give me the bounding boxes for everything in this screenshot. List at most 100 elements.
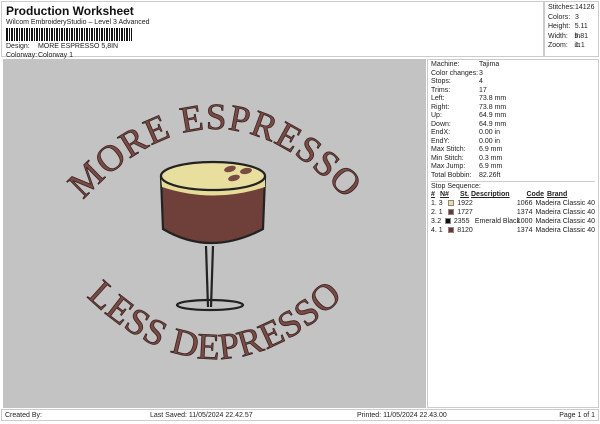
info-label: EndX: bbox=[431, 129, 451, 136]
info-label: Stops: bbox=[431, 78, 451, 85]
stat-row: Height: 5.11 in bbox=[548, 22, 595, 40]
thread-description bbox=[468, 199, 514, 208]
thread-brand: Madeira Classic 40 bbox=[535, 200, 595, 207]
page-number: Page 1 of 1 bbox=[559, 412, 595, 419]
stat-row: Zoom: 1:1 bbox=[548, 41, 595, 51]
thread-code: 1374 bbox=[516, 209, 533, 216]
stat-value: 1:1 bbox=[575, 42, 585, 49]
thread-brand: Madeira Classic 40 bbox=[535, 227, 595, 234]
info-label: Trims: bbox=[431, 86, 451, 94]
info-row: Left: 73.8 mm bbox=[431, 95, 595, 104]
info-label: Min Stitch: bbox=[431, 154, 464, 162]
stop-number: 2. bbox=[431, 209, 437, 216]
info-label: EndY: bbox=[431, 137, 450, 145]
info-row: Color changes: 3 bbox=[431, 70, 595, 79]
thread-code: 1000 bbox=[516, 218, 533, 225]
needle-number: 2 bbox=[437, 218, 442, 225]
created-by: Created By: bbox=[5, 412, 42, 419]
needle-number: 3 bbox=[438, 200, 443, 207]
stop-row: 3. 2 2355 Emerald Black 1000 Madeira Classic … bbox=[431, 217, 595, 226]
stat-value: 5.81 in bbox=[574, 32, 589, 50]
info-value: 0.00 in bbox=[479, 129, 501, 136]
color-swatch bbox=[448, 227, 455, 233]
last-saved: Last Saved: 11/05/2024 22.42.57 bbox=[150, 412, 253, 419]
info-row: Trims: 17 bbox=[431, 87, 595, 96]
barcode bbox=[6, 28, 132, 41]
software-name: Wilcom EmbroideryStudio – Level 3 Advanc… bbox=[6, 19, 150, 26]
info-value: Tajima bbox=[479, 61, 500, 68]
info-label: Right: bbox=[431, 103, 450, 111]
design-preview: MORE ESPRESSO LESS DEPRESSO bbox=[3, 59, 426, 408]
colorway-label: Colorway: bbox=[6, 52, 38, 59]
stat-value: 5.11 in bbox=[574, 23, 588, 40]
info-row: Stops: 4 bbox=[431, 78, 595, 87]
col-header: N# bbox=[440, 191, 449, 198]
page-title: Production Worksheet bbox=[6, 4, 134, 18]
worksheet-header: Production Worksheet Wilcom EmbroiderySt… bbox=[1, 1, 544, 59]
info-label: Total Bobbin: bbox=[431, 171, 472, 179]
info-label: Max Jump: bbox=[431, 163, 466, 170]
info-label: Color changes: bbox=[431, 69, 479, 77]
stat-label: Zoom: bbox=[548, 42, 568, 49]
machine-info-panel: Machine: Tajima Color changes: 3 Stops: 4 Trim… bbox=[427, 59, 599, 408]
col-header: Brand bbox=[547, 191, 568, 198]
color-swatch bbox=[444, 218, 451, 224]
col-header: # bbox=[431, 191, 435, 198]
info-row: Up: 64.9 mm bbox=[431, 112, 595, 121]
color-swatch bbox=[448, 200, 455, 206]
info-value: 82.26ft bbox=[479, 171, 501, 179]
stop-sequence-title: Stop Sequence: bbox=[431, 183, 481, 190]
colorway-row: Colorway: Colorway 1 bbox=[6, 52, 73, 59]
stat-label: Stitches: bbox=[548, 4, 575, 11]
stop-row: 4. 1 8120 1374 Madeira Classic 40 bbox=[431, 226, 595, 235]
stat-row: Colors: 3 bbox=[548, 13, 595, 23]
stat-label: Colors: bbox=[548, 13, 571, 21]
info-row: Max Stitch: 6.9 mm bbox=[431, 146, 595, 155]
design-name: MORE ESPRESSO 5,8IN bbox=[37, 43, 119, 50]
info-row: Down: 64.9 mm bbox=[431, 121, 595, 130]
info-value: 4 bbox=[479, 78, 483, 85]
footer: Created By: Last Saved: 11/05/2024 22.42… bbox=[1, 409, 599, 421]
stop-sequence-header: # N# St. Description Code Brand bbox=[431, 190, 595, 199]
stat-label: Width: bbox=[548, 32, 568, 40]
info-row: Max Jump: 6.9 mm bbox=[431, 163, 595, 172]
stat-row: Stitches: 14126 bbox=[548, 3, 595, 13]
info-row: Machine: Tajima bbox=[431, 61, 595, 70]
info-value: 64.9 mm bbox=[479, 120, 507, 128]
info-value: 0.00 in bbox=[479, 137, 501, 145]
info-value: 64.9 mm bbox=[479, 112, 507, 119]
info-value: 6.9 mm bbox=[479, 163, 503, 170]
thread-brand: Madeira Classic 40 bbox=[535, 209, 595, 216]
info-value: 73.8 mm bbox=[479, 95, 507, 102]
stop-number: 1. bbox=[431, 200, 437, 207]
stat-value: 14126 bbox=[575, 4, 595, 11]
thread-description bbox=[468, 226, 514, 235]
arc-text-bottom: LESS DEPRESSO bbox=[80, 273, 350, 369]
needle-number: 1 bbox=[438, 209, 443, 216]
design-row: Design: MORE ESPRESSO 5,8IN bbox=[6, 43, 118, 50]
col-header: Code bbox=[526, 191, 545, 198]
info-value: 3 bbox=[479, 69, 483, 77]
info-label: Left: bbox=[431, 95, 445, 102]
info-list: Machine: Tajima Color changes: 3 Stops: 4 Trim… bbox=[431, 61, 595, 180]
design-label: Design: bbox=[6, 43, 30, 50]
printed-date: Printed: 11/05/2024 22.43.00 bbox=[357, 412, 447, 419]
info-row: Min Stitch: 0.3 mm bbox=[431, 155, 595, 164]
stat-row: Width: 5.81 in bbox=[548, 32, 595, 50]
info-row: Right: 73.8 mm bbox=[431, 104, 595, 113]
info-row: EndX: 0.00 in bbox=[431, 129, 595, 138]
col-header: St. bbox=[460, 191, 469, 198]
stop-sequence: Stop Sequence: # N# St. Description Code… bbox=[431, 181, 595, 235]
info-label: Machine: bbox=[431, 61, 460, 68]
color-swatch bbox=[448, 209, 455, 215]
thread-code: 1374 bbox=[516, 227, 533, 234]
info-row: EndY: 0.00 in bbox=[431, 138, 595, 147]
stop-row: 2. 1 1727 1374 Madeira Classic 40 bbox=[431, 208, 595, 217]
info-value: 0.3 mm bbox=[479, 154, 503, 162]
needle-number: 1 bbox=[438, 227, 443, 234]
info-label: Up: bbox=[431, 112, 442, 119]
espresso-martini-glass-icon bbox=[159, 160, 267, 312]
colorway-name: Colorway 1 bbox=[37, 52, 73, 59]
thread-brand: Madeira Classic 40 bbox=[535, 218, 595, 225]
thread-code: 1066 bbox=[516, 200, 533, 207]
